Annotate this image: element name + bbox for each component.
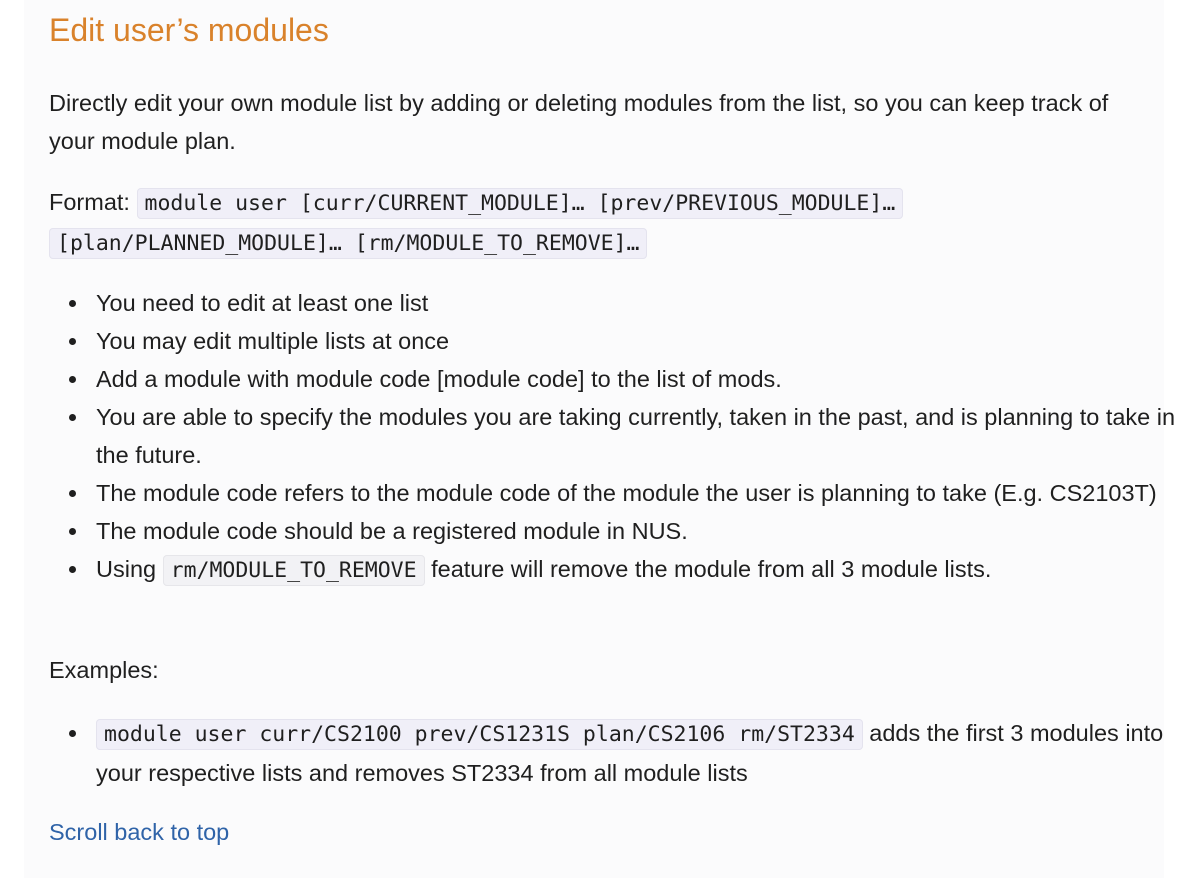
examples-list: module user curr/CS2100 prev/CS1231S pla… xyxy=(49,714,1186,792)
note-item: The module code refers to the module cod… xyxy=(69,474,1186,512)
rm-note-code: rm/MODULE_TO_REMOVE xyxy=(162,555,425,586)
notes-list: You need to edit at least one list You m… xyxy=(49,284,1186,590)
section-description: Directly edit your own module list by ad… xyxy=(49,90,1109,154)
section-title: Edit user’s modules xyxy=(49,12,329,48)
examples-label: Examples: xyxy=(49,657,159,683)
format-label: Format: xyxy=(49,189,130,215)
note-item: You need to edit at least one list xyxy=(69,284,1186,322)
rm-note-prefix: Using xyxy=(96,556,157,582)
note-item: Add a module with module code [module co… xyxy=(69,360,1186,398)
scroll-back-to-top-link[interactable]: Scroll back to top xyxy=(49,813,229,851)
note-item-rm: Using rm/MODULE_TO_REMOVE feature will r… xyxy=(69,550,1186,590)
format-line: Format: module user [curr/CURRENT_MODULE… xyxy=(49,183,1129,263)
format-command-code: module user [curr/CURRENT_MODULE]… [prev… xyxy=(49,188,904,259)
note-item: You may edit multiple lists at once xyxy=(69,322,1186,360)
example-code: module user curr/CS2100 prev/CS1231S pla… xyxy=(96,719,863,750)
example-item: module user curr/CS2100 prev/CS1231S pla… xyxy=(69,714,1186,792)
note-item: You are able to specify the modules you … xyxy=(69,398,1186,474)
rm-note-suffix: feature will remove the module from all … xyxy=(431,556,992,582)
note-item: The module code should be a registered m… xyxy=(69,512,1186,550)
